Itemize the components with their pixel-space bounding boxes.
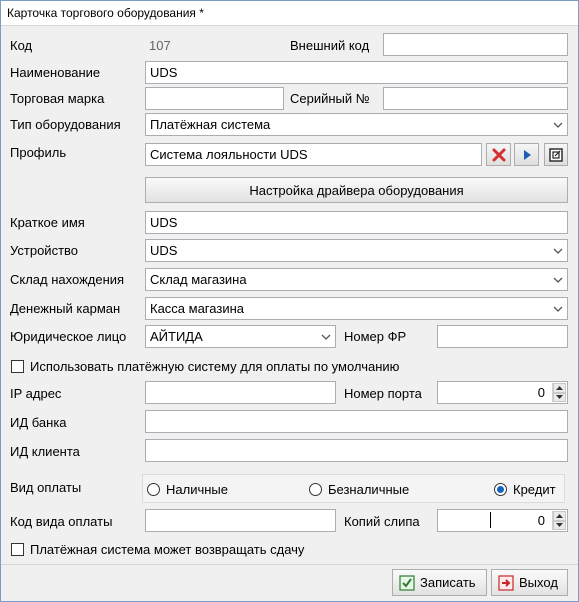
payment-code-label: Код вида оплаты [10, 514, 113, 529]
code-value: 107 [149, 38, 171, 53]
payment-option-label: Безналичные [328, 482, 410, 497]
return-change-checkbox[interactable] [11, 543, 24, 556]
chevron-down-icon[interactable] [549, 115, 566, 134]
ip-label: IP адрес [10, 386, 62, 401]
default-payment-checkbox-row[interactable]: Использовать платёжную систему для оплат… [11, 359, 399, 374]
spin-up-icon[interactable] [553, 383, 566, 393]
radio-credit[interactable] [494, 483, 507, 496]
return-change-label: Платёжная система может возвращать сдачу [30, 542, 305, 557]
driver-settings-button[interactable]: Настройка драйвера оборудования [145, 177, 568, 203]
clear-profile-button[interactable] [486, 143, 511, 166]
close-icon [492, 148, 505, 161]
slip-copies-value: 0 [537, 513, 545, 528]
select-profile-button[interactable] [514, 143, 539, 166]
legal-entity-label: Юридическое лицо [10, 329, 127, 344]
open-window-icon [549, 147, 563, 162]
chevron-down-icon[interactable] [549, 270, 566, 289]
exit-icon [498, 574, 514, 591]
payment-type-label: Вид оплаты [10, 480, 82, 495]
exit-button-label: Выход [519, 575, 558, 590]
payment-option-label: Наличные [166, 482, 228, 497]
device-value: UDS [150, 243, 178, 258]
equipment-type-value: Платёжная система [150, 117, 271, 132]
spin-up-icon[interactable] [553, 511, 566, 521]
serial-label: Серийный № [290, 91, 370, 106]
device-label: Устройство [10, 243, 79, 258]
warehouse-label: Склад нахождения [10, 272, 125, 287]
ip-input[interactable] [145, 381, 336, 404]
cash-pocket-select[interactable]: Касса магазина [145, 297, 568, 320]
short-name-input[interactable]: UDS [145, 211, 568, 234]
bank-id-input[interactable] [145, 410, 568, 433]
chevron-down-icon[interactable] [317, 327, 334, 346]
port-label: Номер порта [344, 386, 422, 401]
payment-option-cash[interactable]: Наличные [147, 482, 228, 497]
title-bar: Карточка торгового оборудования * [1, 1, 578, 26]
default-payment-label: Использовать платёжную систему для оплат… [30, 359, 400, 374]
equipment-type-select[interactable]: Платёжная система [145, 113, 568, 136]
legal-entity-select[interactable]: АЙТИДА [145, 325, 336, 348]
slip-copies-label: Копий слипа [344, 514, 420, 529]
external-code-input[interactable] [383, 33, 568, 56]
warehouse-value: Склад магазина [150, 272, 247, 287]
brand-input[interactable] [145, 87, 284, 110]
code-label: Код [10, 38, 33, 53]
brand-label: Торговая марка [10, 91, 105, 106]
default-payment-checkbox[interactable] [11, 360, 24, 373]
spin-down-icon[interactable] [553, 520, 566, 530]
payment-code-input[interactable] [145, 509, 336, 532]
client-id-input[interactable] [145, 439, 568, 462]
spin-down-icon[interactable] [553, 392, 566, 402]
open-profile-button[interactable] [544, 143, 568, 166]
cash-pocket-label: Денежный карман [10, 301, 121, 316]
legal-entity-value: АЙТИДА [150, 329, 203, 344]
chevron-down-icon[interactable] [549, 241, 566, 260]
external-code-label: Внешний код [290, 38, 370, 53]
serial-input[interactable] [383, 87, 568, 110]
payment-option-credit[interactable]: Кредит [494, 482, 556, 497]
payment-option-label: Кредит [513, 482, 556, 497]
save-icon [399, 574, 415, 591]
payment-type-group: Наличные Безналичные Кредит [142, 474, 565, 503]
save-button-label: Записать [420, 575, 476, 590]
save-button[interactable]: Записать [392, 569, 487, 596]
cash-pocket-value: Касса магазина [150, 301, 244, 316]
payment-option-cashless[interactable]: Безналичные [309, 482, 409, 497]
equipment-type-label: Тип оборудования [10, 117, 121, 132]
port-value: 0 [537, 385, 545, 400]
text-caret [490, 512, 491, 528]
fr-number-label: Номер ФР [344, 329, 407, 344]
exit-button[interactable]: Выход [491, 569, 568, 596]
warehouse-select[interactable]: Склад магазина [145, 268, 568, 291]
client-id-label: ИД клиента [10, 444, 80, 459]
footer-divider [1, 564, 578, 565]
chevron-down-icon[interactable] [549, 299, 566, 318]
radio-cash[interactable] [147, 483, 160, 496]
short-name-label: Краткое имя [10, 215, 85, 230]
profile-input[interactable]: Система лояльности UDS [145, 143, 482, 166]
bank-id-label: ИД банка [10, 415, 67, 430]
name-input[interactable]: UDS [145, 61, 568, 84]
port-stepper[interactable]: 0 [437, 381, 568, 404]
device-select[interactable]: UDS [145, 239, 568, 262]
play-arrow-icon [523, 149, 531, 160]
name-label: Наименование [10, 65, 101, 80]
fr-number-input[interactable] [437, 325, 568, 348]
equipment-card-window: Карточка торгового оборудования * Код 10… [0, 0, 579, 602]
slip-copies-stepper[interactable]: 0 [437, 509, 568, 532]
profile-label: Профиль [10, 145, 67, 160]
radio-cashless[interactable] [309, 483, 322, 496]
return-change-checkbox-row[interactable]: Платёжная система может возвращать сдачу [11, 542, 304, 557]
window-title: Карточка торгового оборудования * [7, 6, 204, 20]
